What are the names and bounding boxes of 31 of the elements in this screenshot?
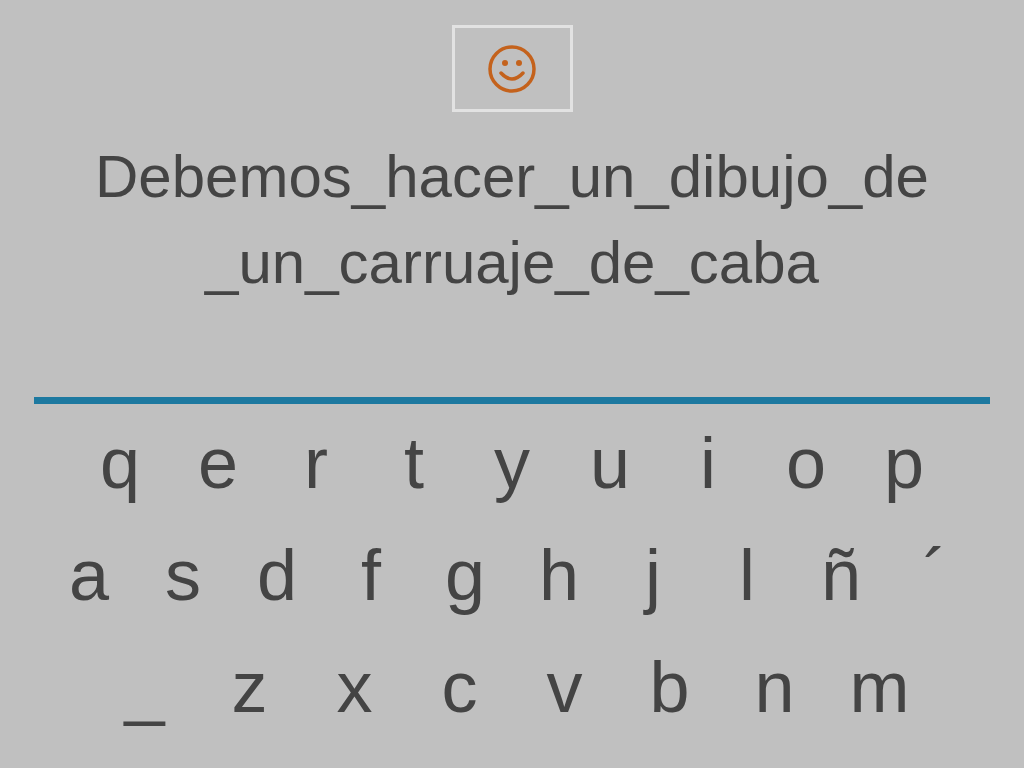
key-button[interactable]: u: [561, 418, 659, 508]
key-button[interactable]: y: [463, 418, 561, 508]
key-button[interactable]: g: [418, 530, 512, 620]
key-button[interactable]: v: [512, 642, 617, 732]
key-button[interactable]: h: [512, 530, 606, 620]
key-button[interactable]: c: [407, 642, 512, 732]
key-button[interactable]: r: [267, 418, 365, 508]
key-button[interactable]: q: [71, 418, 169, 508]
key-button[interactable]: p: [855, 418, 953, 508]
key-button[interactable]: z: [197, 642, 302, 732]
prompt-text: _un_carruaje_de_caba: [205, 228, 819, 298]
key-button[interactable]: b: [617, 642, 722, 732]
key-button[interactable]: a: [42, 530, 136, 620]
key-button[interactable]: m: [827, 642, 932, 732]
smiley-icon: [487, 43, 537, 94]
key-button[interactable]: f: [324, 530, 418, 620]
key-button[interactable]: d: [230, 530, 324, 620]
key-button[interactable]: ´: [888, 530, 982, 620]
key-button[interactable]: x: [302, 642, 407, 732]
key-button[interactable]: _: [92, 642, 197, 732]
key-button[interactable]: j: [606, 530, 700, 620]
key-button[interactable]: e: [169, 418, 267, 508]
key-button[interactable]: o: [757, 418, 855, 508]
smiley-button[interactable]: [451, 25, 573, 112]
prompt-text: Debemos_hacer_un_dibujo_de: [95, 142, 929, 212]
key-button[interactable]: l: [700, 530, 794, 620]
key-button[interactable]: s: [136, 530, 230, 620]
key-button[interactable]: n: [722, 642, 827, 732]
key-button[interactable]: t: [365, 418, 463, 508]
key-button[interactable]: ñ: [794, 530, 888, 620]
key-button[interactable]: i: [659, 418, 757, 508]
